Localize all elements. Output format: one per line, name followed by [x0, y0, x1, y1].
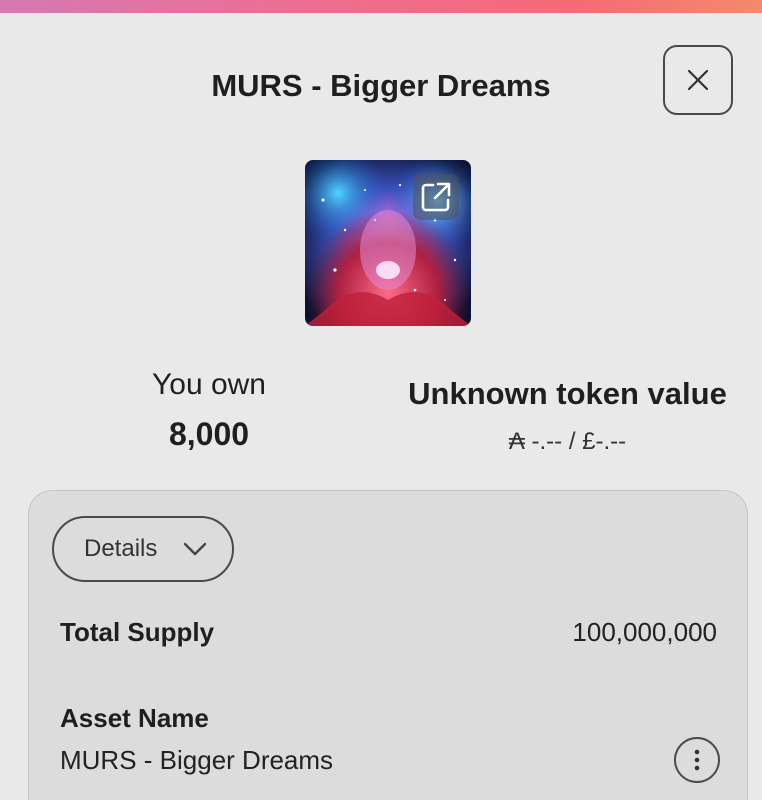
more-options-button[interactable]: [674, 737, 720, 783]
asset-name-label: Asset Name: [60, 703, 209, 733]
token-value-label: Unknown token value: [408, 376, 727, 411]
owned-value: 8,000: [168, 416, 250, 452]
owned-stat: You own 8,000: [109, 368, 309, 453]
details-card: Details Total Supply 100,000,000 Asset N…: [28, 490, 748, 800]
more-vertical-icon: [694, 749, 700, 771]
details-toggle-label: Details: [84, 535, 158, 562]
close-icon: [687, 69, 709, 91]
close-button[interactable]: [663, 45, 733, 115]
open-artwork-button[interactable]: [413, 174, 459, 220]
page-title: MURS - Bigger Dreams: [211, 68, 551, 103]
total-supply-value: 100,000,000: [572, 617, 717, 647]
external-link-icon: [421, 182, 451, 212]
details-toggle-button[interactable]: Details: [52, 516, 234, 582]
token-artwork[interactable]: [305, 160, 471, 326]
value-stat: Unknown token value ₳ -.-- / £-.--: [395, 376, 740, 456]
token-value-amount: ₳ -.-- / £-.--: [508, 428, 627, 455]
token-detail-modal: MURS - Bigger Dreams You own 8,000 Unkno…: [0, 0, 762, 800]
owned-label: You own: [152, 368, 266, 401]
total-supply-label: Total Supply: [60, 617, 215, 647]
asset-name-value: MURS - Bigger Dreams: [60, 745, 334, 775]
chevron-down-icon: [184, 542, 207, 556]
accent-bar: [0, 0, 762, 13]
